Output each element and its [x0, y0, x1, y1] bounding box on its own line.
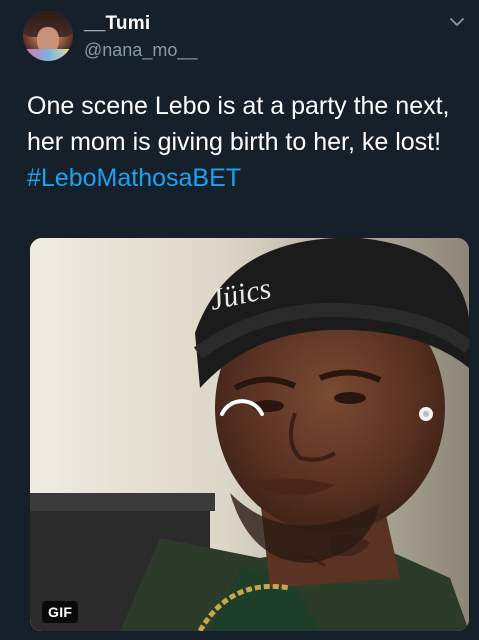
chevron-down-icon[interactable] [449, 14, 465, 30]
avatar-shirt [23, 49, 73, 61]
tweet-body: One scene Lebo is at a party the next, h… [27, 92, 450, 156]
tweet: __Tumi @nana_mo__ One scene Lebo is at a… [0, 0, 479, 640]
gif-badge: GIF [42, 601, 79, 623]
loading-spinner-icon [220, 399, 264, 416]
avatar[interactable] [23, 11, 73, 61]
tweet-text: One scene Lebo is at a party the next, h… [27, 88, 472, 196]
hashtag-link[interactable]: #LeboMathosaBET [27, 164, 241, 192]
display-name[interactable]: __Tumi [84, 13, 150, 35]
user-handle[interactable]: @nana_mo__ [84, 40, 197, 61]
